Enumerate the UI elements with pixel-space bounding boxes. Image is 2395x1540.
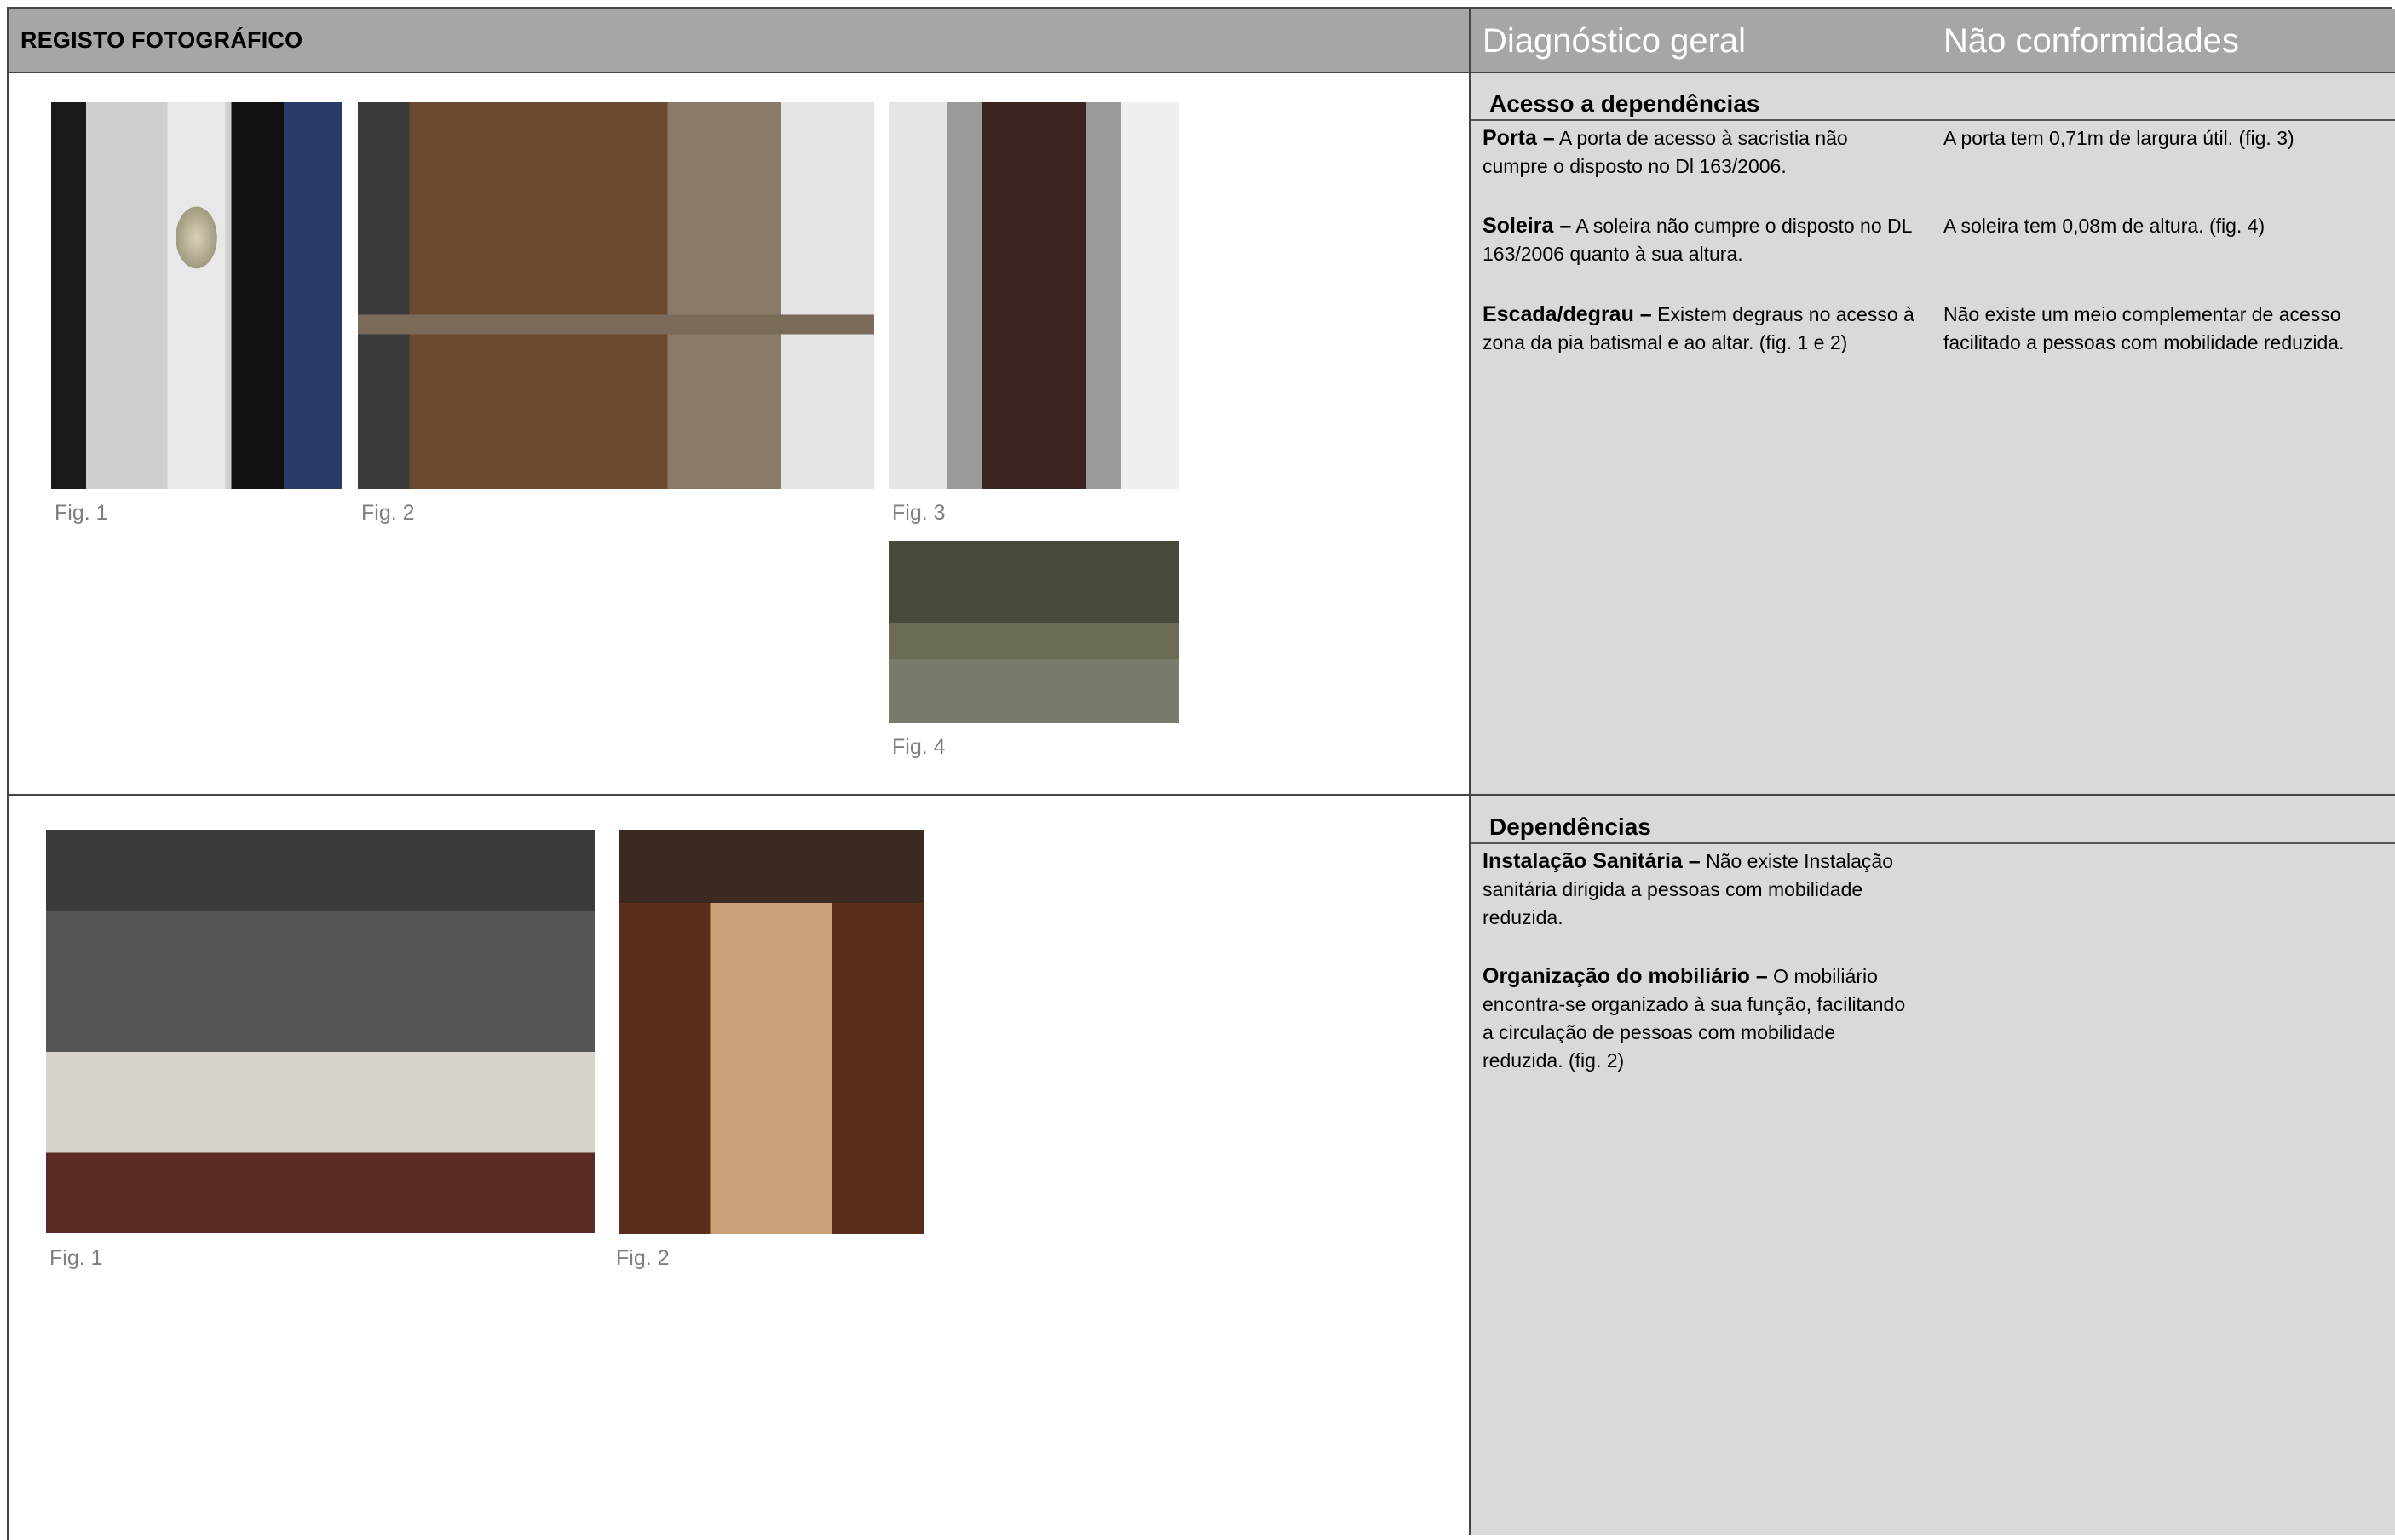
item-label: Soleira – — [1482, 214, 1572, 238]
item-label: Porta – — [1482, 126, 1555, 150]
diagnosis-header: Diagnóstico geral Não conformidades — [1471, 9, 2395, 73]
section-title-underline — [1471, 842, 2395, 844]
nonconformity-porta: A porta tem 0,71m de largura útil. (fig.… — [1943, 127, 2294, 149]
photo-central-aisle — [619, 830, 924, 1234]
nonconformity-escada: Não existe um meio complementar de acess… — [1943, 303, 2345, 353]
column-divider — [1469, 9, 1471, 1535]
item-escada-degrau: Escada/degrau – Existem degraus no acess… — [1482, 301, 1917, 357]
item-soleira: Soleira – A soleira não cumpre o dispost… — [1482, 212, 1917, 268]
photo-sacristy-door — [889, 102, 1179, 489]
fig-caption: Fig. 2 — [361, 501, 415, 525]
fig-caption: Fig. 4 — [892, 735, 946, 759]
section-divider — [9, 794, 2395, 796]
fig-caption: Fig. 2 — [616, 1246, 670, 1270]
photo-baptismal-font — [51, 102, 342, 489]
item-label: Organização do mobiliário – — [1482, 964, 1768, 988]
nonconformity-column-title: Não conformidades — [1943, 22, 2239, 60]
section-title-access: Acesso a dependências — [1489, 90, 1760, 117]
fig-caption: Fig. 1 — [55, 501, 108, 525]
item-organizacao-mobiliario: Organização do mobiliário – O mobiliário… — [1482, 962, 1917, 1075]
section-title-underline — [1471, 119, 2395, 121]
photo-register-header: REGISTO FOTOGRÁFICO — [9, 9, 1469, 73]
item-label: Escada/degrau – — [1482, 302, 1652, 326]
photo-door-threshold — [889, 541, 1179, 723]
fig-caption: Fig. 1 — [49, 1246, 103, 1270]
item-porta: Porta – A porta de acesso à sacristia nã… — [1482, 124, 1917, 181]
photo-main-altar — [46, 830, 595, 1233]
photo-altar-step — [358, 102, 874, 489]
diagnosis-column-title: Diagnóstico geral — [1482, 22, 1747, 60]
nonconformity-soleira: A soleira tem 0,08m de altura. (fig. 4) — [1943, 215, 2265, 237]
photo-register-title: REGISTO FOTOGRÁFICO — [20, 27, 303, 53]
diagnosis-panel — [1471, 73, 2395, 1535]
item-instalacao-sanitaria: Instalação Sanitária – Não existe Instal… — [1482, 848, 1917, 932]
section-title-dependencies: Dependências — [1489, 813, 1651, 840]
fig-caption: Fig. 3 — [892, 501, 946, 525]
item-label: Instalação Sanitária – — [1482, 849, 1701, 873]
